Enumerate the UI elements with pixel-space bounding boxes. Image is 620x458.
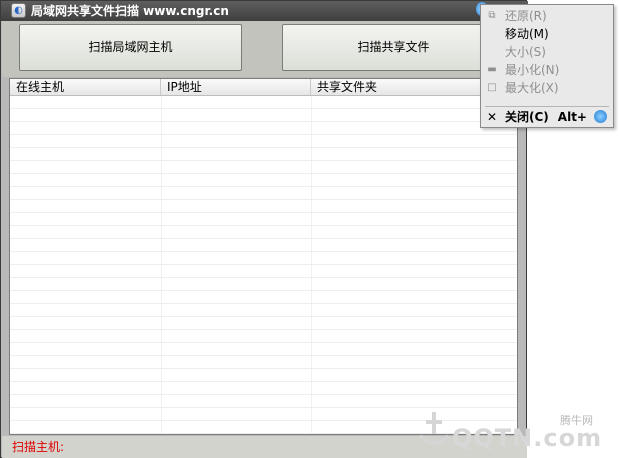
maximize-icon: □ [487, 82, 497, 93]
minimize-icon: ▬ [487, 64, 497, 75]
column-header-online-host[interactable]: 在线主机 [10, 79, 161, 95]
results-list[interactable]: 在线主机 IP地址 共享文件夹 [9, 78, 518, 435]
menu-item-move[interactable]: 移动(M) [481, 25, 613, 43]
system-context-menu: ⧉ 还原(R) 移动(M) 大小(S) ▬ 最小化(N) □ 最大化(X) ✕ … [480, 4, 614, 128]
main-window: ◐ 局域网共享文件扫描 www.cngr.cn 扫描局域网主机 扫描共享文件 在… [0, 0, 528, 458]
watermark: 腾牛网 QQTN.com [412, 402, 612, 454]
app-icon[interactable]: ◐ [11, 3, 26, 18]
table-row[interactable] [10, 278, 517, 291]
table-row[interactable] [10, 187, 517, 200]
menu-separator [485, 106, 609, 107]
table-row[interactable] [10, 330, 517, 343]
toolbar: 扫描局域网主机 扫描共享文件 [2, 21, 527, 77]
table-row[interactable] [10, 317, 517, 330]
close-shortcut: Alt+ [557, 110, 587, 124]
table-row[interactable] [10, 135, 517, 148]
table-row[interactable] [10, 122, 517, 135]
scan-share-button[interactable]: 扫描共享文件 [282, 24, 505, 71]
table-row[interactable] [10, 213, 517, 226]
menu-item-restore[interactable]: ⧉ 还原(R) [481, 7, 613, 25]
table-row[interactable] [10, 252, 517, 265]
watermark-big-text: QQTN.com [452, 424, 603, 452]
table-row[interactable] [10, 148, 517, 161]
restore-icon: ⧉ [488, 10, 496, 21]
windows-key-icon [594, 110, 607, 123]
table-row[interactable] [10, 239, 517, 252]
table-row[interactable] [10, 369, 517, 382]
window-title: 局域网共享文件扫描 www.cngr.cn [31, 4, 229, 18]
table-row[interactable] [10, 161, 517, 174]
table-row[interactable] [10, 291, 517, 304]
menu-item-maximize[interactable]: □ 最大化(X) [481, 79, 613, 97]
table-row[interactable] [10, 343, 517, 356]
table-row[interactable] [10, 356, 517, 369]
table-row[interactable] [10, 304, 517, 317]
table-row[interactable] [10, 96, 517, 109]
menu-item-minimize[interactable]: ▬ 最小化(N) [481, 61, 613, 79]
list-header: 在线主机 IP地址 共享文件夹 [10, 79, 517, 96]
scan-hosts-button[interactable]: 扫描局域网主机 [19, 24, 242, 71]
status-scan-host-label: 扫描主机: [12, 440, 65, 454]
list-body[interactable] [10, 96, 517, 434]
table-row[interactable] [10, 174, 517, 187]
table-row[interactable] [10, 382, 517, 395]
title-bar[interactable]: ◐ 局域网共享文件扫描 www.cngr.cn [1, 1, 528, 21]
watermark-logo-icon [418, 412, 450, 445]
close-icon: ✕ [487, 110, 498, 124]
table-row[interactable] [10, 109, 517, 122]
table-row[interactable] [10, 200, 517, 213]
table-row[interactable] [10, 226, 517, 239]
menu-item-size[interactable]: 大小(S) [481, 43, 613, 61]
column-header-ip-address[interactable]: IP地址 [161, 79, 311, 95]
menu-item-close[interactable]: ✕ 关闭(C) Alt+ [481, 108, 613, 126]
table-row[interactable] [10, 265, 517, 278]
